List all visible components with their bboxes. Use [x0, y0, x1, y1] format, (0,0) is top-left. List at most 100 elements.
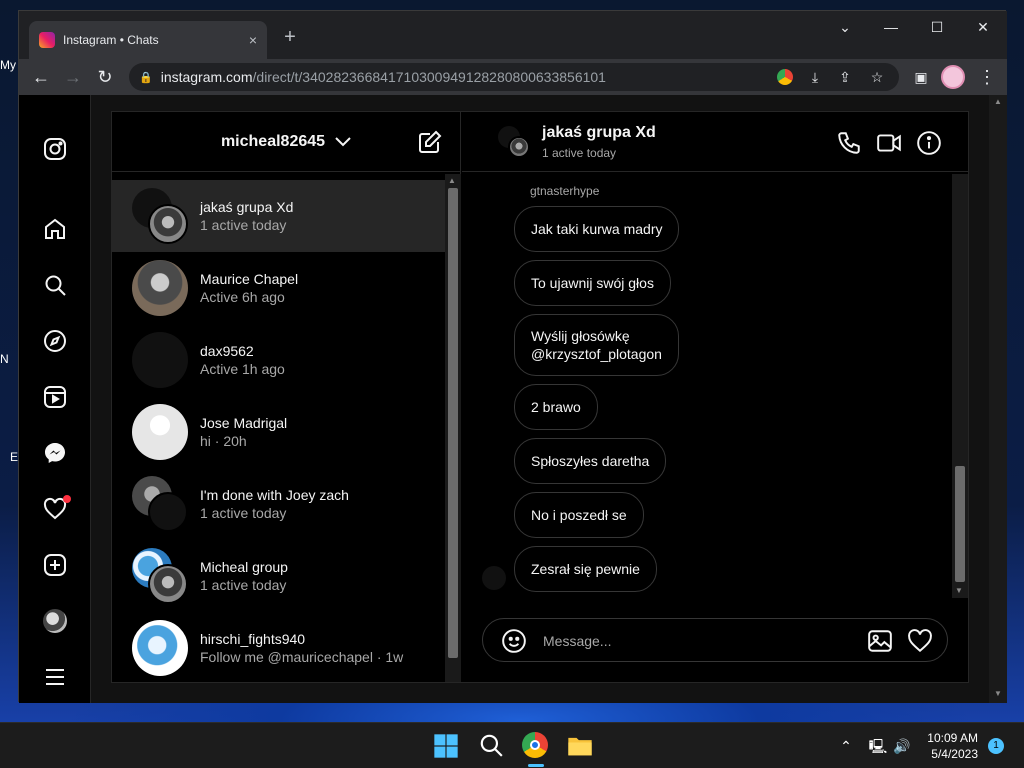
thread-item[interactable]: I'm done with Joey zach 1 active today	[112, 468, 445, 540]
like-heart-icon[interactable]	[907, 628, 933, 654]
google-lens-icon[interactable]	[775, 67, 795, 87]
scroll-down-icon[interactable]: ▼	[955, 586, 963, 595]
thread-text: Micheal group 1 active today	[200, 558, 288, 594]
thread-name: hirschi_fights940	[200, 631, 306, 647]
close-window-button[interactable]: ✕	[963, 15, 1003, 39]
create-post-icon[interactable]	[41, 551, 69, 579]
message-bubble[interactable]: Spłoszyłes daretha	[514, 438, 667, 484]
chat-scrollbar[interactable]: ▼	[952, 174, 968, 598]
video-call-icon[interactable]	[876, 130, 902, 156]
message-bubble[interactable]: Wyślij głosówkę @krzysztof_plotagon	[514, 314, 679, 376]
scrollbar-thumb[interactable]	[448, 188, 458, 658]
user-avatar	[132, 404, 188, 460]
desktop-icon-label[interactable]: My	[0, 58, 16, 72]
scroll-up-icon[interactable]: ▲	[448, 176, 456, 185]
install-icon[interactable]: ⤓	[805, 67, 825, 87]
user-avatar	[132, 260, 188, 316]
thread-subtitle: Follow me @mauricechapel · 1w	[200, 649, 404, 665]
chevron-down-icon[interactable]	[335, 134, 351, 150]
search-icon[interactable]	[478, 732, 506, 760]
chrome-app-icon[interactable]	[522, 732, 550, 767]
more-menu-icon[interactable]	[41, 663, 69, 691]
tab-search-icon[interactable]: ⌄	[825, 15, 865, 39]
back-icon[interactable]: ←	[29, 65, 53, 89]
message-bubble[interactable]: Zesrał się pewnie	[514, 546, 657, 592]
browser-toolbar: ← → ↻ 🔒 instagram.com/direct/t/340282366…	[19, 59, 1007, 95]
thread-name: Jose Madrigal	[200, 415, 288, 431]
file-explorer-icon[interactable]	[566, 732, 594, 760]
thread-list-scrollbar[interactable]: ▲	[445, 174, 461, 682]
minimize-button[interactable]: —	[871, 15, 911, 39]
desktop-icon-label[interactable]: E	[10, 450, 18, 464]
instagram-main: micheal82645 jakaś grupa Xd 1 active toda…	[91, 95, 1007, 703]
chat-group-avatar[interactable]	[498, 126, 530, 158]
message-bubble[interactable]: To ujawnij swój głos	[514, 260, 671, 306]
tab-strip: Instagram • Chats × + ⌄ — ☐ ✕	[19, 11, 1007, 59]
thread-item[interactable]: dax9562 Active 1h ago	[112, 324, 445, 396]
notifications-heart-icon[interactable]	[41, 495, 71, 523]
thread-item[interactable]: Jose Madrigal hi · 20h	[112, 396, 445, 468]
network-icon[interactable]: 🖳	[868, 736, 888, 756]
profile-avatar[interactable]	[941, 65, 965, 89]
thread-subtitle: 1 active today	[200, 217, 287, 233]
search-icon[interactable]	[41, 271, 69, 299]
forward-icon[interactable]: →	[61, 65, 85, 89]
tab-instagram[interactable]: Instagram • Chats ×	[29, 21, 267, 59]
tab-title: Instagram • Chats	[63, 33, 159, 47]
address-bar[interactable]: 🔒 instagram.com/direct/t/340282366841710…	[129, 63, 899, 91]
thread-name: I'm done with Joey zach	[200, 487, 349, 503]
group-avatar-front	[148, 492, 188, 532]
message-input[interactable]	[543, 629, 843, 653]
profile-avatar-icon[interactable]	[41, 607, 69, 635]
maximize-button[interactable]: ☐	[917, 15, 957, 39]
reels-icon[interactable]	[41, 383, 69, 411]
thread-list-header: micheal82645	[112, 112, 460, 172]
emoji-icon[interactable]	[501, 628, 527, 654]
message-bubble[interactable]: 2 brawo	[514, 384, 598, 430]
thread-subtitle: Active 6h ago	[200, 289, 285, 305]
thread-item[interactable]: Micheal group 1 active today	[112, 540, 445, 612]
windows-taskbar: ⌃ 🖳 🔊 10:09 AM 5/4/2023 1	[0, 722, 1024, 768]
volume-icon[interactable]: 🔊	[892, 736, 912, 756]
notification-dot	[63, 495, 71, 503]
add-photo-icon[interactable]	[867, 628, 893, 654]
new-tab-button[interactable]: +	[277, 25, 303, 51]
thread-item[interactable]: hirschi_fights940 Follow me @mauricechape…	[112, 612, 445, 682]
scroll-up-icon[interactable]: ▲	[994, 97, 1002, 106]
new-message-icon[interactable]	[418, 130, 442, 154]
home-icon[interactable]	[41, 215, 69, 243]
message-bubble[interactable]: No i poszedł se	[514, 492, 644, 538]
messenger-icon[interactable]	[41, 439, 69, 467]
tab-close-icon[interactable]: ×	[249, 32, 257, 48]
thread-subtitle: 1 active today	[200, 577, 287, 593]
account-switcher[interactable]: micheal82645	[221, 133, 325, 151]
bookmark-star-icon[interactable]: ☆	[867, 67, 887, 87]
explore-compass-icon[interactable]	[41, 327, 69, 355]
thread-name: jakaś grupa Xd	[200, 199, 294, 215]
thread-text: Jose Madrigal hi · 20h	[200, 414, 287, 450]
notification-badge[interactable]: 1	[988, 738, 1004, 754]
thread-item[interactable]: Maurice Chapel Active 6h ago	[112, 252, 445, 324]
scrollbar-thumb[interactable]	[955, 466, 965, 582]
audio-call-icon[interactable]	[836, 130, 862, 156]
reload-icon[interactable]: ↻	[93, 65, 117, 89]
page-scrollbar[interactable]: ▲ ▼	[989, 95, 1007, 703]
message-sender-name[interactable]: gtnasterhype	[530, 184, 599, 198]
instagram-logo-icon[interactable]	[41, 135, 69, 163]
direct-messages-box: micheal82645 jakaś grupa Xd 1 active toda…	[111, 111, 969, 683]
chat-title[interactable]: jakaś grupa Xd	[542, 124, 656, 142]
message-bubble[interactable]: Jak taki kurwa madry	[514, 206, 680, 252]
start-windows-icon[interactable]	[432, 732, 460, 760]
conversation-info-icon[interactable]	[916, 130, 942, 156]
share-icon[interactable]: ⇪	[835, 67, 855, 87]
sender-avatar[interactable]	[482, 566, 506, 590]
thread-item[interactable]: jakaś grupa Xd 1 active today	[112, 180, 445, 252]
thread-list-pane: micheal82645 jakaś grupa Xd 1 active toda…	[112, 112, 461, 682]
side-panel-icon[interactable]: ▣	[909, 65, 933, 89]
show-hidden-icons-chevron-icon[interactable]: ⌃	[836, 736, 856, 756]
scroll-down-icon[interactable]: ▼	[994, 689, 1002, 698]
desktop-icon-label[interactable]: N	[0, 352, 9, 366]
clock[interactable]: 10:09 AM 5/4/2023	[927, 730, 978, 762]
menu-kebab-icon[interactable]: ⋮	[975, 65, 999, 89]
clock-date: 5/4/2023	[931, 747, 978, 761]
